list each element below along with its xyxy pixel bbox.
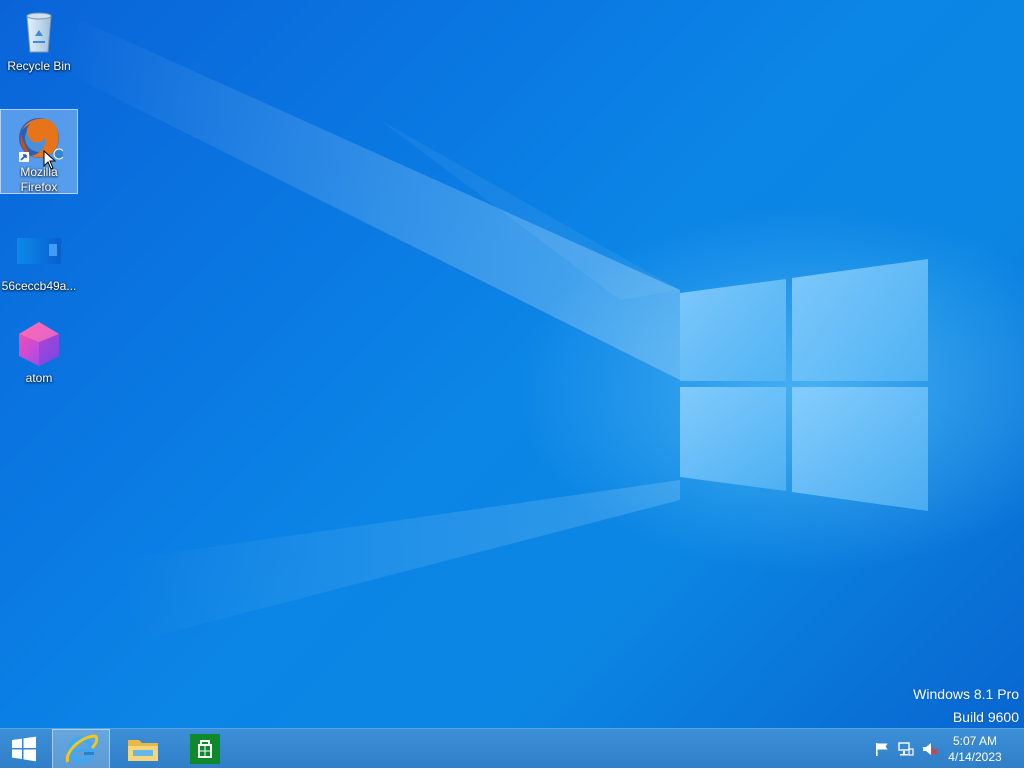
start-icon	[12, 736, 36, 762]
image-file-icon	[15, 228, 63, 276]
internet-explorer-icon	[65, 734, 98, 764]
atom-icon	[15, 320, 63, 368]
watermark-edition: Windows 8.1 Pro	[913, 686, 1019, 702]
clock-time: 5:07 AM	[952, 734, 998, 748]
taskbar: 5:07 AM 4/14/2023	[0, 728, 1024, 769]
desktop-icon-atom[interactable]: atom	[1, 316, 77, 388]
network-icon[interactable]	[898, 741, 914, 757]
windows-version-watermark: Windows 8.1 Pro Build 9600	[913, 683, 1019, 728]
desktop[interactable]: Recycle Bin Mozilla Firefox 56ceccb49a..…	[0, 0, 1024, 728]
desktop-icon-mozilla-firefox[interactable]: Mozilla Firefox	[0, 109, 78, 194]
clock-date: 4/14/2023	[948, 750, 1002, 764]
store-icon	[190, 734, 220, 764]
taskbar-internet-explorer[interactable]	[52, 729, 110, 769]
windows-logo-wallpaper	[680, 259, 928, 511]
desktop-icon-image-file[interactable]: 56ceccb49a...	[1, 224, 77, 296]
taskbar-store[interactable]	[178, 729, 232, 769]
start-button[interactable]	[0, 729, 48, 769]
desktop-icon-label: Recycle Bin	[7, 59, 71, 73]
recycle-bin-icon	[15, 8, 63, 56]
flag-icon[interactable]	[874, 741, 890, 757]
taskbar-clock[interactable]: 5:07 AM 4/14/2023	[940, 733, 1010, 765]
taskbar-file-explorer[interactable]	[116, 729, 170, 769]
desktop-icon-label: atom	[25, 371, 53, 385]
mouse-cursor-icon	[43, 150, 57, 170]
watermark-build: Build 9600	[952, 709, 1019, 725]
volume-muted-icon[interactable]	[922, 741, 938, 757]
wallpaper-beams	[60, 20, 680, 640]
desktop-icon-label: 56ceccb49a...	[1, 279, 77, 293]
folder-icon	[128, 740, 158, 761]
desktop-icon-recycle-bin[interactable]: Recycle Bin	[1, 4, 77, 76]
